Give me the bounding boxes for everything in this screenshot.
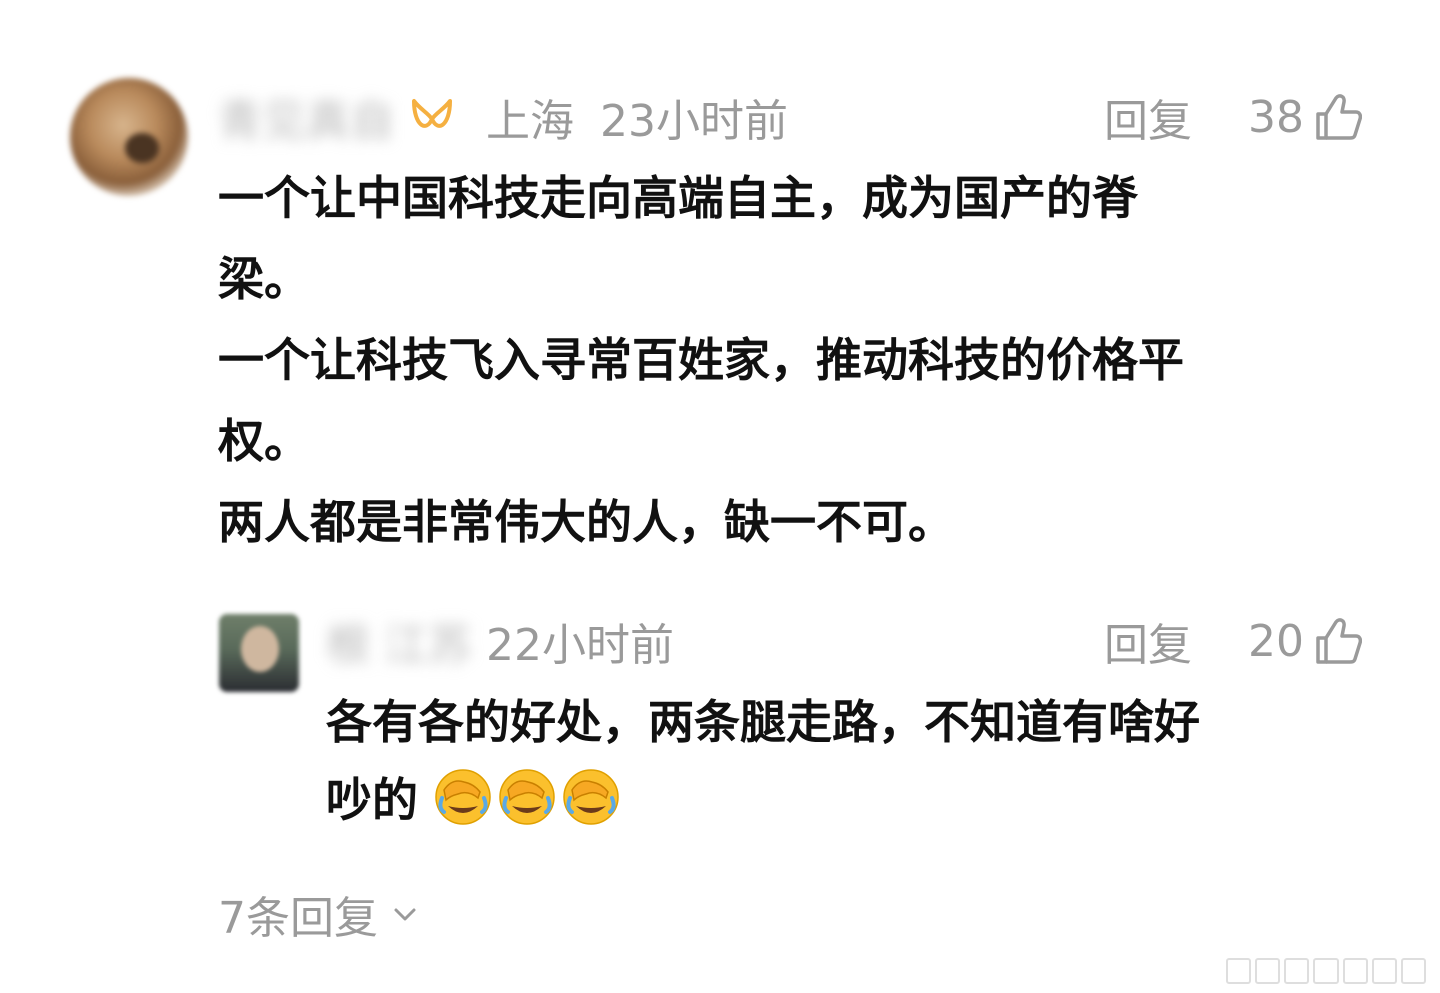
facepalm-crying-laughing-emoji-icon [563,769,619,825]
vip-badge-icon [412,99,452,128]
reply-line: 各有各的好处，两条腿走路，不知道有啥好 [326,695,1200,749]
reply-line-with-emoji: 吵的 [326,761,1366,839]
comment-time: 23小时前 [600,96,788,147]
like-count: 20 [1248,615,1304,667]
comment-line: 权。 [218,414,310,468]
facepalm-crying-laughing-emoji-icon [435,769,491,825]
comment-meta: 青见真自 上海 23小时前 [218,87,788,147]
reply-meta: 根 江苏 22小时前 [326,611,674,671]
comment-line: 一个让中国科技走向高端自主，成为国产的脊 [218,171,1138,225]
reply-line-text: 吵的 [326,773,418,827]
replier-name[interactable]: 根 江苏 [326,609,472,673]
comment-line: 梁。 [218,252,310,306]
commenter-name[interactable]: 青见真自 [218,85,394,149]
reply-text: 各有各的好处，两条腿走路，不知道有啥好 吵的 [326,683,1366,839]
view-more-replies-button[interactable]: 7条回复 [218,884,420,944]
thumbs-up-icon[interactable] [1314,616,1362,666]
like-count: 38 [1248,91,1304,143]
thumbs-up-icon[interactable] [1314,92,1362,142]
facepalm-crying-laughing-emoji-icon [499,769,555,825]
reply-actions: 回复 20 [1104,611,1362,671]
comment-location: 上海 [486,96,574,147]
commenter-avatar[interactable] [70,78,188,196]
comment-line: 一个让科技飞入寻常百姓家，推动科技的价格平 [218,333,1184,387]
chevron-down-icon [394,908,416,921]
watermark [1226,957,1426,985]
reply-button[interactable]: 回复 [1104,609,1192,673]
more-replies-label: 7条回复 [218,893,378,944]
comment-line: 两人都是非常伟大的人，缺一不可。 [218,495,954,549]
replier-avatar[interactable] [219,614,299,692]
reply-time: 22小时前 [486,620,674,671]
comment-actions: 回复 38 [1104,87,1362,147]
reply-button[interactable]: 回复 [1104,85,1192,149]
comment-text: 一个让中国科技走向高端自主，成为国产的脊 梁。 一个让科技飞入寻常百姓家，推动科… [218,158,1358,563]
